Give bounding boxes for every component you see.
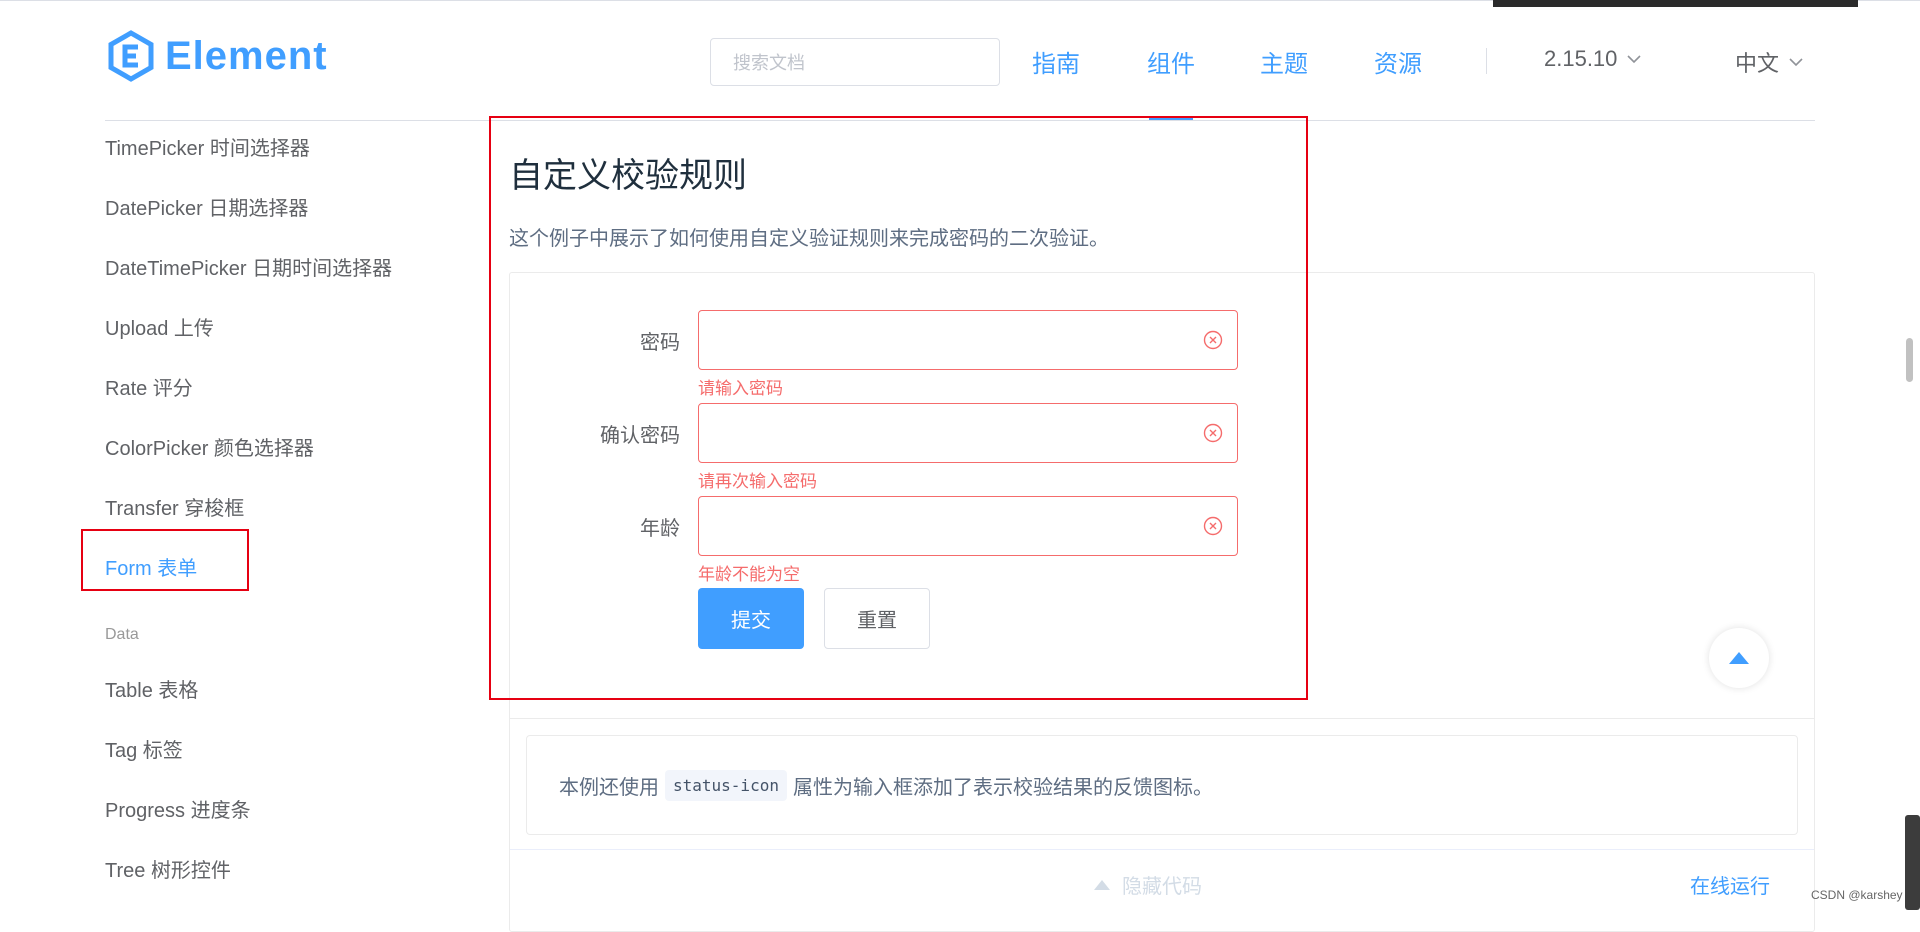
scrollbar-thumb[interactable] (1906, 338, 1913, 382)
tip-prefix: 本例还使用 (559, 776, 659, 799)
search-input[interactable]: 搜索文档 (710, 38, 1000, 86)
watermark: CSDN @karshey (1811, 888, 1903, 902)
nav-divider (1486, 48, 1487, 74)
highlight-box (489, 116, 1308, 700)
language-select[interactable]: 中文 (1735, 46, 1803, 78)
sidebar-item-rate[interactable]: Rate 评分 (105, 372, 193, 401)
hide-code-label: 隐藏代码 (1122, 876, 1202, 898)
sidebar-group-data: Data (105, 626, 139, 643)
demo-divider (510, 718, 1814, 719)
run-online-link[interactable]: 在线运行 (1690, 870, 1770, 899)
sidebar-item-datepicker[interactable]: DatePicker 日期选择器 (105, 192, 308, 221)
caret-up-icon (1729, 652, 1749, 664)
sidebar-highlight-box (81, 529, 249, 591)
tip-code: status-icon (665, 769, 787, 801)
sidebar-item-transfer[interactable]: Transfer 穿梭框 (105, 492, 244, 521)
demo-control-divider (510, 849, 1814, 850)
nav-guide[interactable]: 指南 (1032, 44, 1080, 79)
nav-component[interactable]: 组件 (1147, 44, 1195, 79)
demo-description: 本例还使用 status-icon 属性为输入框添加了表示校验结果的反馈图标。 (526, 735, 1798, 835)
sidebar-item-table[interactable]: Table 表格 (105, 674, 198, 703)
side-widget (1905, 815, 1920, 910)
chevron-down-icon (1789, 58, 1803, 67)
sidebar-item-tag[interactable]: Tag 标签 (105, 734, 183, 763)
language-label: 中文 (1735, 51, 1780, 76)
hide-code-button[interactable]: 隐藏代码 (1094, 870, 1202, 899)
nav-resource[interactable]: 资源 (1374, 44, 1422, 79)
sidebar-item-progress[interactable]: Progress 进度条 (105, 794, 251, 823)
sidebar-item-tree[interactable]: Tree 树形控件 (105, 854, 231, 883)
tip-suffix: 属性为输入框添加了表示校验结果的反馈图标。 (792, 776, 1213, 799)
caret-up-icon (1094, 879, 1110, 890)
sidebar-item-colorpicker[interactable]: ColorPicker 颜色选择器 (105, 432, 314, 461)
version-label: 2.15.10 (1544, 46, 1618, 71)
nav-theme[interactable]: 主题 (1260, 44, 1308, 79)
logo[interactable]: Element (105, 30, 328, 82)
sidebar-item-timepicker[interactable]: TimePicker 时间选择器 (105, 132, 310, 161)
back-to-top-button[interactable] (1709, 628, 1769, 688)
sidebar-item-upload[interactable]: Upload 上传 (105, 312, 214, 341)
logo-text: Element (165, 33, 328, 78)
version-select[interactable]: 2.15.10 (1544, 46, 1641, 72)
element-logo-icon (108, 30, 154, 82)
chevron-down-icon (1627, 55, 1641, 64)
site-header: Element 搜索文档 指南 组件 主题 资源 2.15.10 中文 (0, 0, 1920, 121)
sidebar-item-datetimepicker[interactable]: DateTimePicker 日期时间选择器 (105, 252, 392, 281)
